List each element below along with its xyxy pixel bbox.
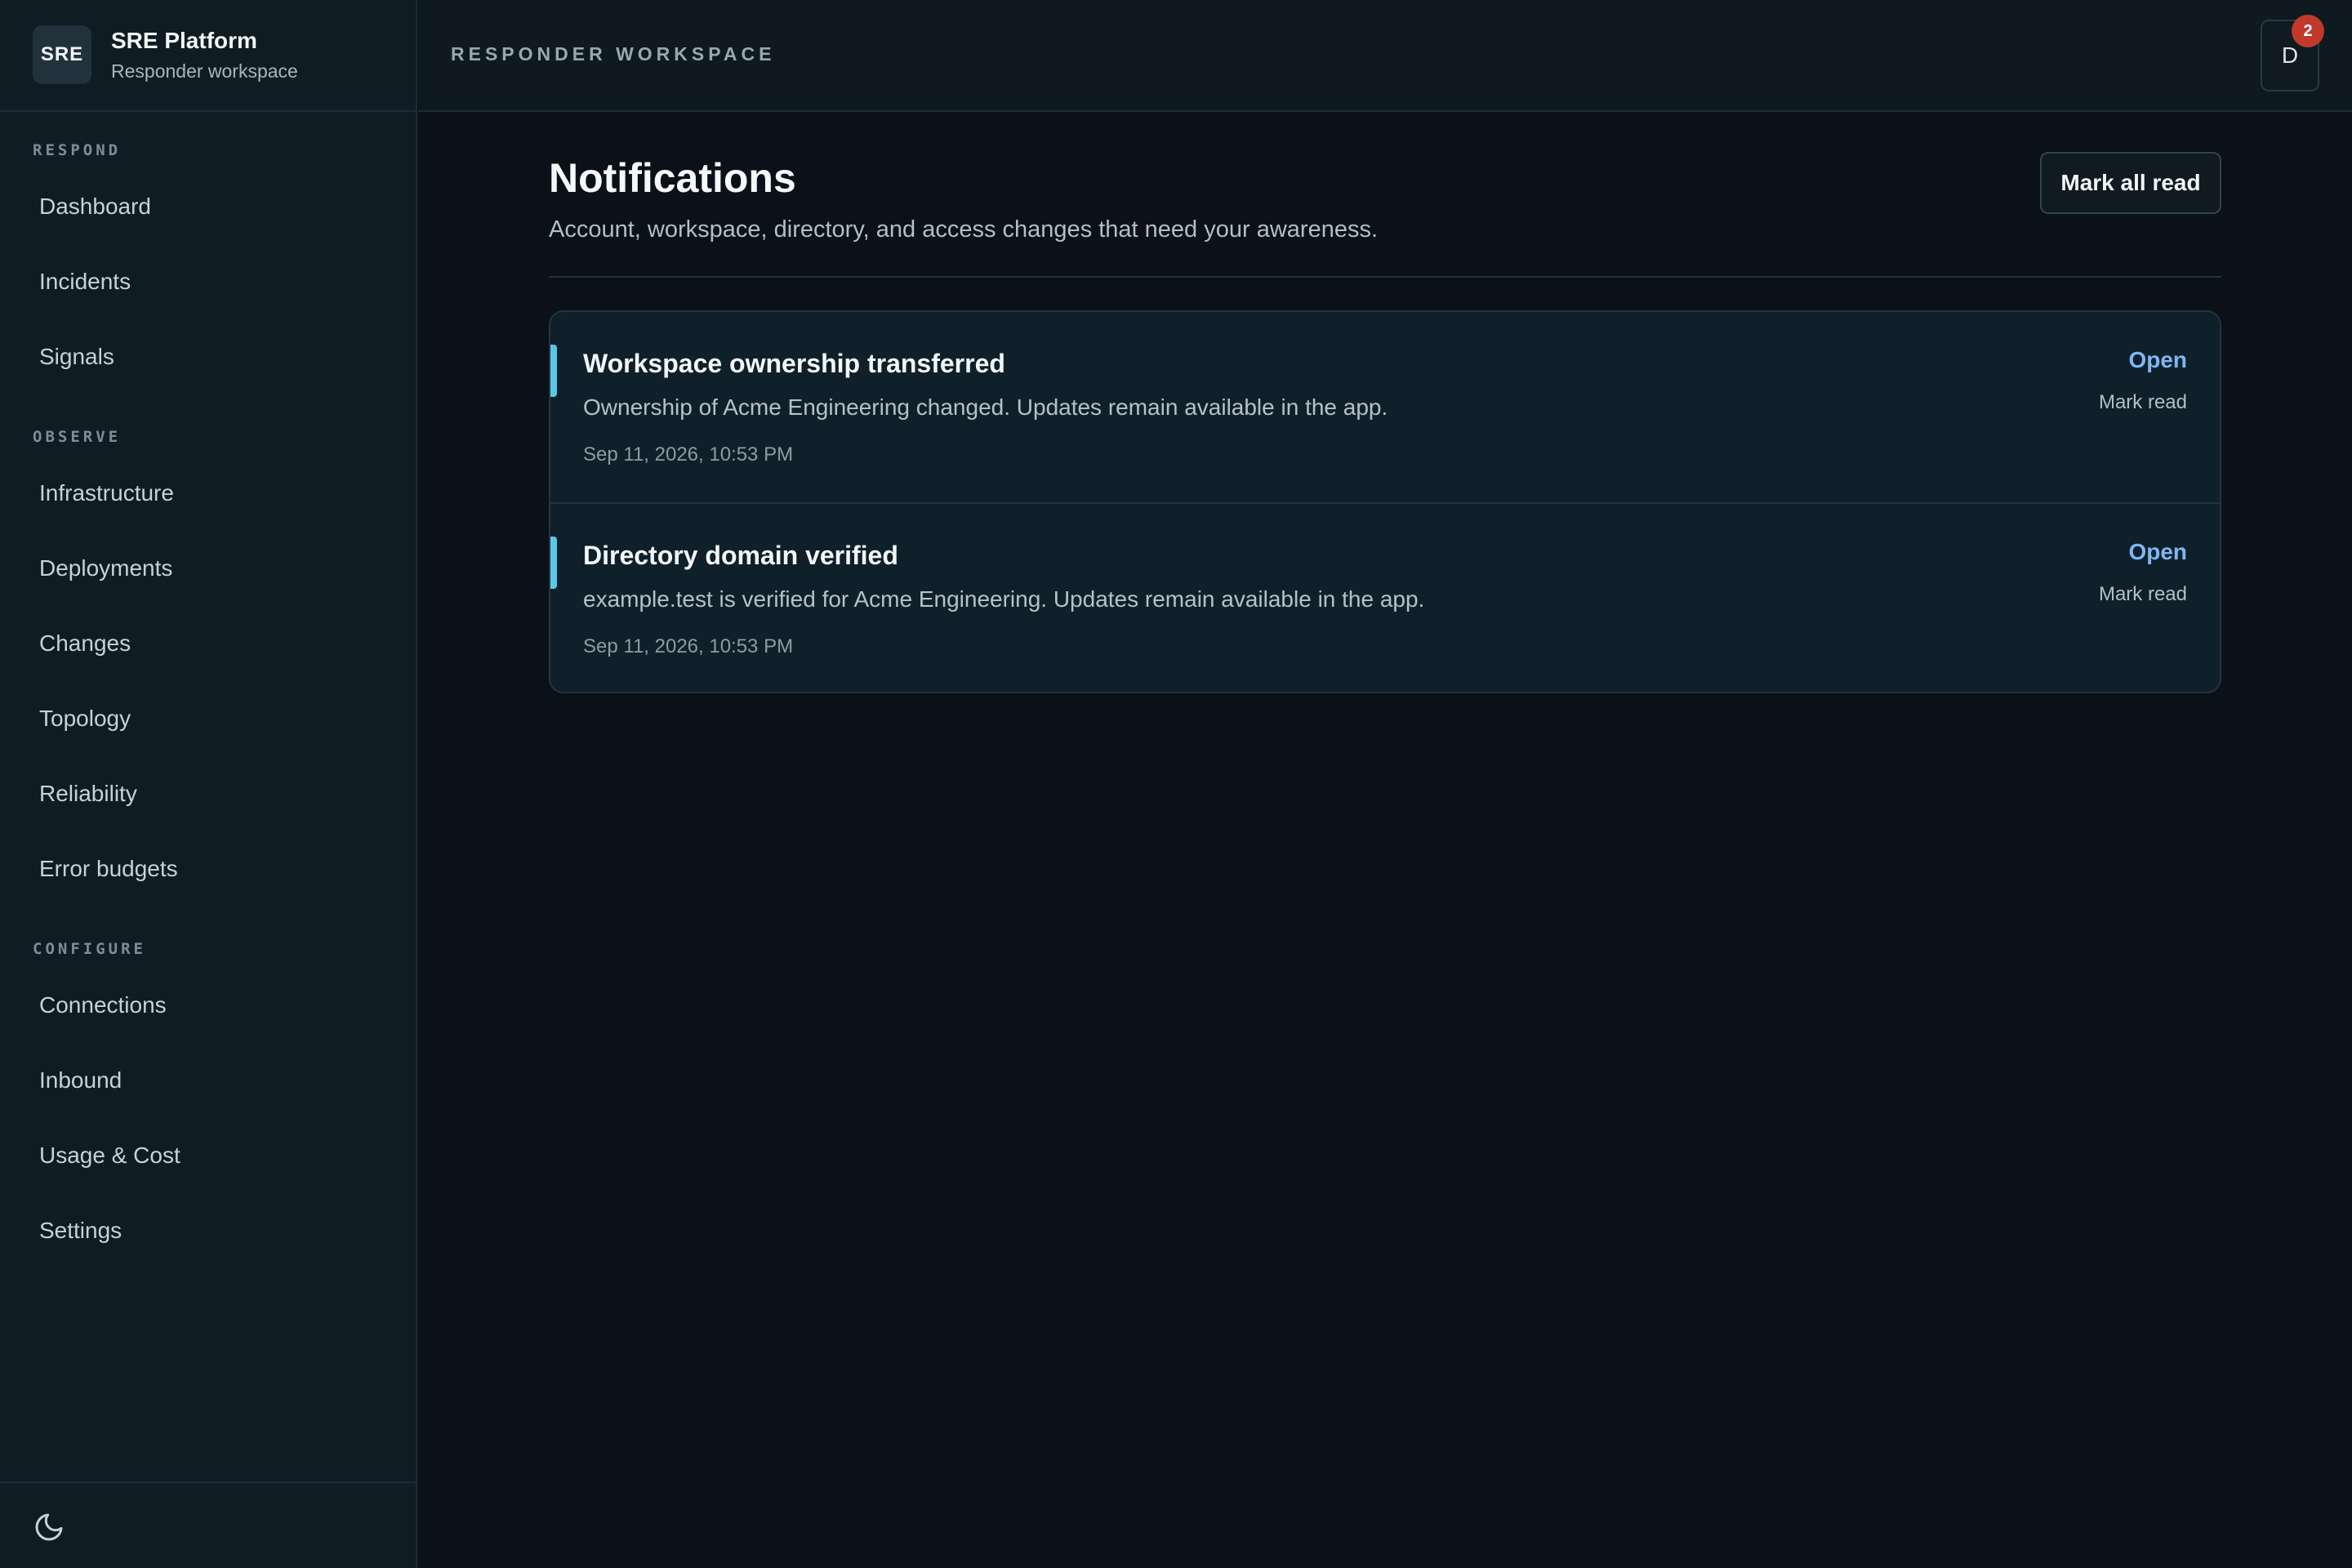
notification-open-link[interactable]: Open bbox=[2128, 539, 2187, 565]
notification-item: Directory domain verified example.test i… bbox=[550, 502, 2220, 692]
avatar-initial: D bbox=[2281, 42, 2299, 68]
notification-timestamp: Sep 11, 2026, 10:53 PM bbox=[583, 635, 794, 657]
nav-section-respond: RESPOND bbox=[33, 141, 122, 159]
app-root: SRE SRE Platform Responder workspace RES… bbox=[0, 0, 2352, 1568]
notification-item: Workspace ownership transferred Ownershi… bbox=[550, 312, 2220, 502]
notification-timestamp: Sep 11, 2026, 10:53 PM bbox=[583, 443, 794, 466]
page-subtitle: Account, workspace, directory, and acces… bbox=[549, 216, 1379, 243]
header-divider bbox=[549, 276, 2221, 278]
notification-title: Workspace ownership transferred bbox=[583, 349, 1005, 378]
user-avatar-button[interactable]: D 2 bbox=[2261, 15, 2324, 91]
sidebar-item-error-budgets[interactable]: Error budgets bbox=[20, 840, 395, 898]
sidebar-item-topology[interactable]: Topology bbox=[20, 689, 395, 748]
sidebar-item-settings[interactable]: Settings bbox=[20, 1201, 395, 1260]
brand-subtitle: Responder workspace bbox=[111, 60, 298, 82]
sidebar-item-inbound[interactable]: Inbound bbox=[20, 1051, 395, 1110]
sidebar-item-connections[interactable]: Connections bbox=[20, 976, 395, 1035]
sidebar-item-usage-cost[interactable]: Usage & Cost bbox=[20, 1126, 395, 1185]
brand-title: SRE Platform bbox=[111, 28, 257, 53]
topbar: RESPONDER WORKSPACE D 2 bbox=[418, 0, 2352, 112]
nav-section-configure: CONFIGURE bbox=[33, 940, 146, 958]
notification-body: Ownership of Acme Engineering changed. U… bbox=[583, 394, 1388, 420]
page-title: Notifications bbox=[549, 155, 796, 201]
sidebar-item-deployments[interactable]: Deployments bbox=[20, 539, 395, 598]
notification-mark-read-button[interactable]: Mark read bbox=[2099, 391, 2187, 414]
nav-section-observe: OBSERVE bbox=[33, 428, 122, 446]
sidebar-item-dashboard[interactable]: Dashboard bbox=[20, 177, 395, 236]
unread-indicator bbox=[550, 537, 557, 589]
notification-body: example.test is verified for Acme Engine… bbox=[583, 586, 1425, 612]
notification-count-badge: 2 bbox=[2292, 15, 2324, 47]
notification-title: Directory domain verified bbox=[583, 541, 898, 570]
sidebar-footer bbox=[0, 1481, 417, 1568]
moon-icon bbox=[35, 1513, 63, 1541]
notification-open-link[interactable]: Open bbox=[2128, 347, 2187, 373]
notification-list: Workspace ownership transferred Ownershi… bbox=[549, 310, 2221, 693]
workspace-title: RESPONDER WORKSPACE bbox=[451, 43, 776, 65]
unread-indicator bbox=[550, 345, 557, 397]
notification-mark-read-button[interactable]: Mark read bbox=[2099, 583, 2187, 606]
sidebar-item-reliability[interactable]: Reliability bbox=[20, 764, 395, 823]
sidebar-item-changes[interactable]: Changes bbox=[20, 614, 395, 673]
sidebar-item-incidents[interactable]: Incidents bbox=[20, 252, 395, 311]
brand-header: SRE SRE Platform Responder workspace bbox=[0, 0, 417, 112]
brand-logo: SRE bbox=[33, 25, 91, 84]
mark-all-read-button[interactable]: Mark all read bbox=[2040, 152, 2221, 214]
sidebar-item-infrastructure[interactable]: Infrastructure bbox=[20, 464, 395, 523]
theme-toggle-button[interactable] bbox=[29, 1508, 69, 1547]
sidebar-item-signals[interactable]: Signals bbox=[20, 327, 395, 386]
sidebar: SRE SRE Platform Responder workspace RES… bbox=[0, 0, 417, 1568]
